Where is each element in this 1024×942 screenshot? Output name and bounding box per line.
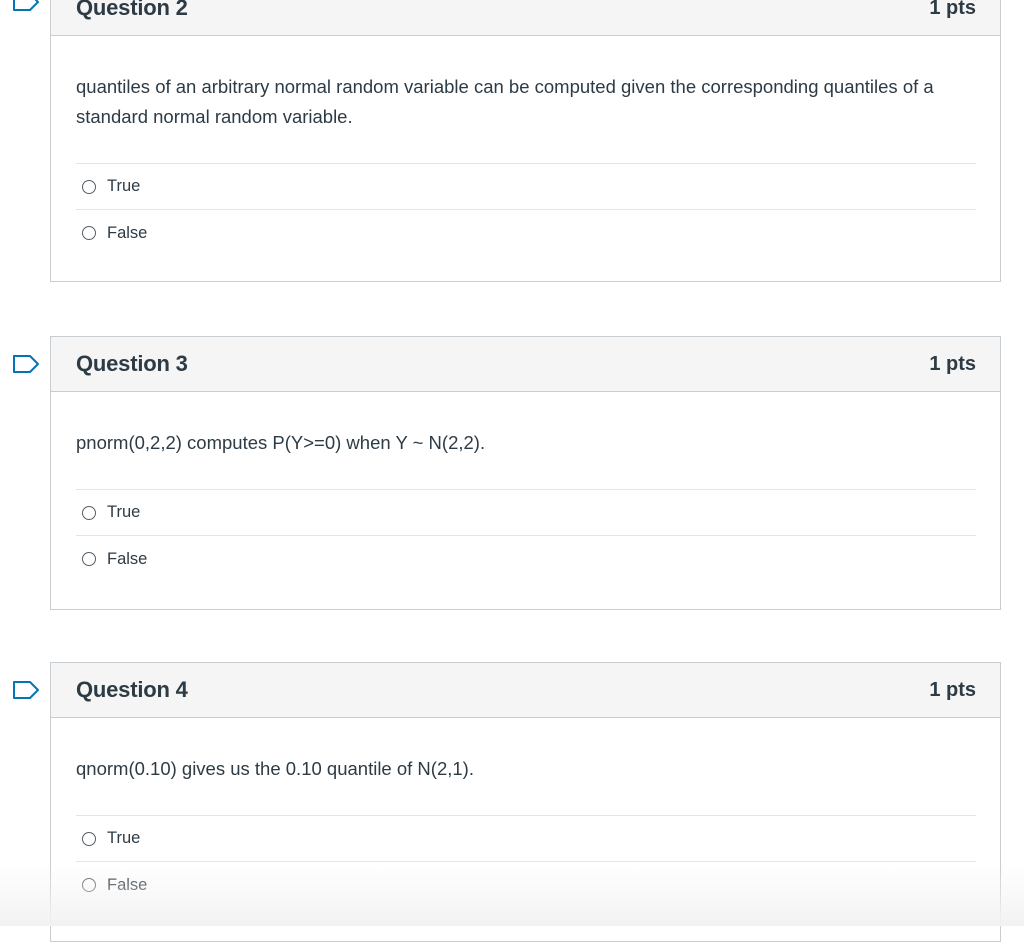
answer-option-true[interactable]: True [76, 816, 976, 862]
question-3: Question 3 1 pts pnorm(0,2,2) computes P… [50, 336, 1001, 610]
radio-button[interactable] [82, 878, 96, 892]
radio-button[interactable] [82, 552, 96, 566]
question-header: Question 3 1 pts [51, 337, 1000, 392]
question-points: 1 pts [929, 352, 976, 375]
flag-question-4[interactable] [12, 680, 40, 700]
question-2: Question 2 1 pts quantiles of an arbitra… [50, 0, 1001, 282]
radio-button[interactable] [82, 226, 96, 240]
answer-label: False [107, 223, 148, 242]
answer-label: False [107, 549, 148, 568]
question-header: Question 2 1 pts [51, 0, 1000, 36]
question-points: 1 pts [929, 678, 976, 701]
bookmark-flag-icon [13, 681, 39, 699]
answer-label: True [107, 829, 141, 847]
answer-label: True [107, 177, 141, 195]
question-points: 1 pts [929, 0, 976, 19]
question-title: Question 3 [76, 351, 188, 376]
answer-option-false[interactable]: False [76, 536, 976, 582]
answer-list: True False [76, 489, 976, 582]
bookmark-flag-icon [13, 355, 39, 373]
answer-option-true[interactable]: True [76, 164, 976, 210]
radio-button[interactable] [82, 831, 96, 846]
answer-list: True False [76, 815, 976, 908]
question-title: Question 4 [76, 677, 188, 702]
question-header: Question 4 1 pts [51, 663, 1000, 718]
answer-list: True False [76, 163, 976, 256]
answer-option-false[interactable]: False [76, 210, 976, 256]
bookmark-flag-icon [13, 0, 39, 11]
answer-option-false[interactable]: False [76, 862, 976, 908]
flag-question-2[interactable] [12, 0, 40, 12]
radio-button[interactable] [82, 179, 96, 194]
question-text: pnorm(0,2,2) computes P(Y>=0) when Y ~ N… [76, 432, 486, 453]
answer-option-true[interactable]: True [76, 490, 976, 536]
answer-label: False [107, 875, 148, 894]
question-text: quantiles of an arbitrary normal random … [76, 76, 934, 127]
radio-button[interactable] [82, 505, 96, 520]
flag-question-3[interactable] [12, 354, 40, 374]
question-title: Question 2 [76, 0, 188, 20]
answer-label: True [107, 503, 141, 521]
question-text: qnorm(0.10) gives us the 0.10 quantile o… [76, 758, 474, 779]
question-4: Question 4 1 pts qnorm(0.10) gives us th… [50, 662, 1001, 942]
